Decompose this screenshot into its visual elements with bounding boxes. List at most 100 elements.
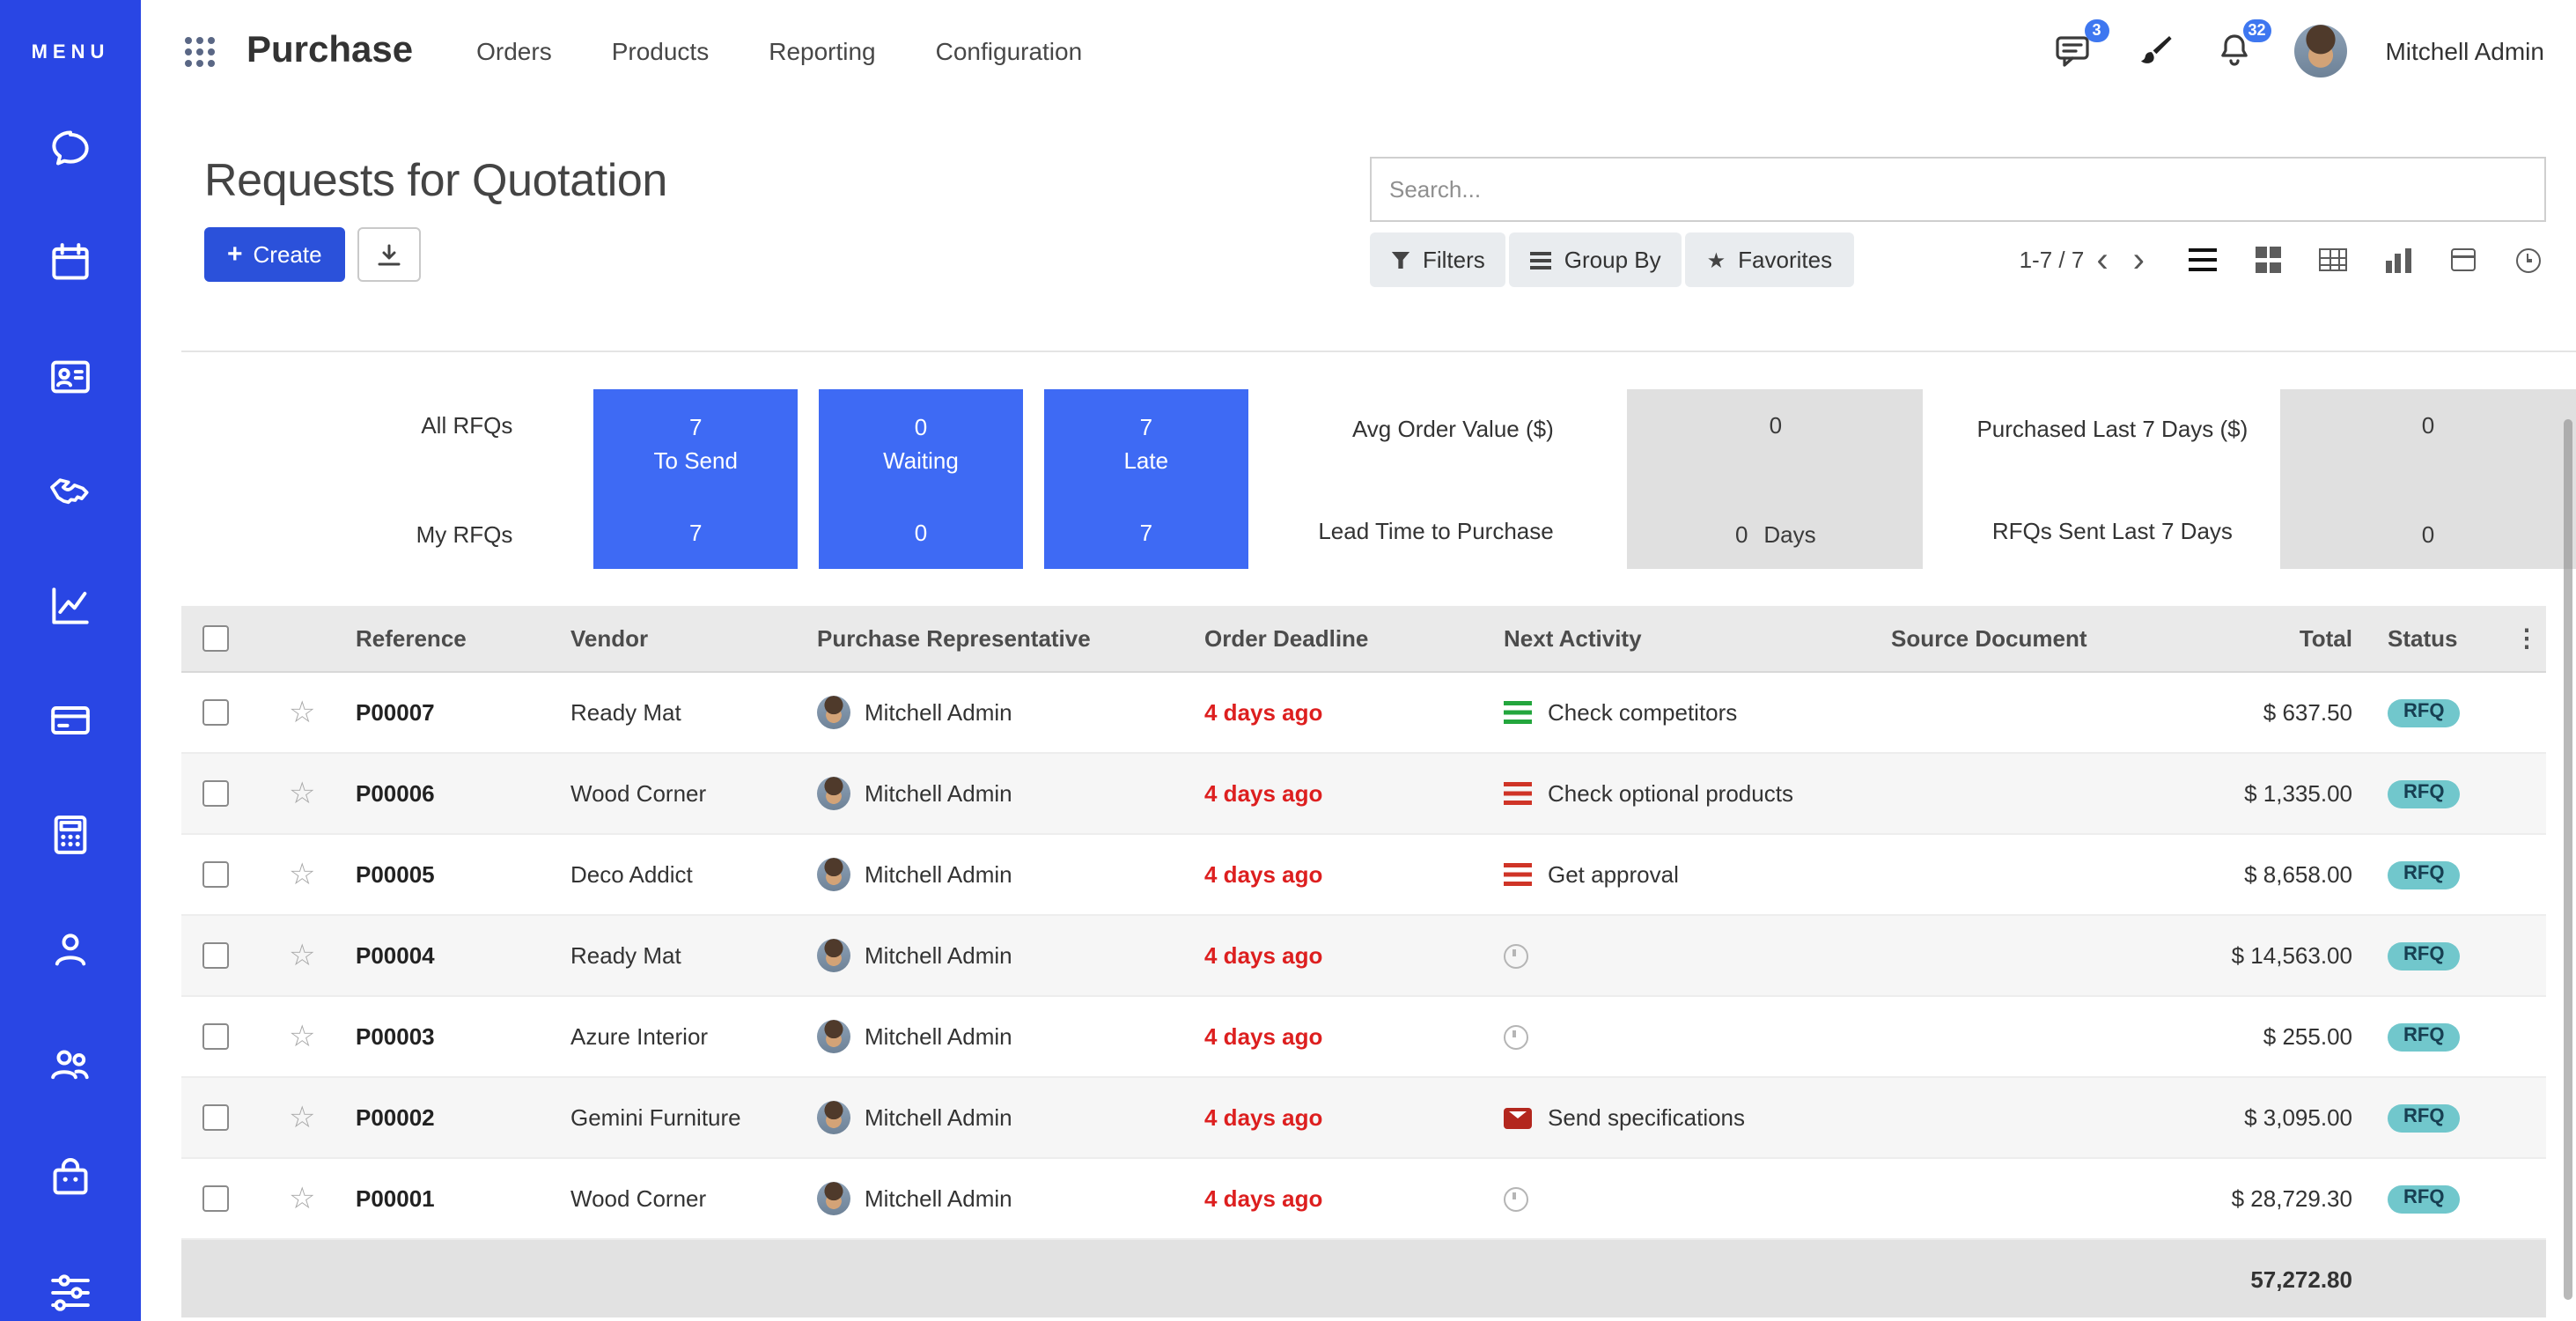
header-source-document[interactable]: Source Document [1880,606,2204,671]
header-order-deadline[interactable]: Order Deadline [1194,606,1493,671]
table-row[interactable]: P00003 Azure Interior Mitchell Admin 4 d… [181,997,2546,1078]
download-icon [377,242,401,267]
calendar-view-icon[interactable] [2446,242,2481,277]
table-row[interactable]: P00006 Wood Corner Mitchell Admin 4 days… [181,754,2546,835]
create-button[interactable]: Create [204,227,345,282]
activity-icon[interactable] [1504,782,1532,805]
favorites-button[interactable]: Favorites [1686,232,1853,287]
search-input[interactable] [1370,157,2546,222]
menu-toggle[interactable]: MENU [32,42,110,63]
pager-prev-button[interactable]: ‹ [2084,242,2120,277]
tile-waiting[interactable]: 0Waiting 0 [819,389,1023,569]
graph-view-icon[interactable] [2381,242,2416,277]
activity-view-icon[interactable] [2511,242,2546,277]
select-all-checkbox[interactable] [202,625,229,652]
cell-source-document [1880,997,2204,1076]
metrics-right-values[interactable]: 0 0 [2280,389,2576,569]
avg-order-value: 0 [1628,412,1924,439]
header-representative[interactable]: Purchase Representative [806,606,1194,671]
optional-columns-icon[interactable] [2514,624,2539,653]
table-row[interactable]: P00004 Ready Mat Mitchell Admin 4 days a… [181,916,2546,997]
activity-icon[interactable] [1504,1107,1532,1128]
nav-configuration[interactable]: Configuration [932,26,1086,75]
kanban-view-icon[interactable] [2250,242,2285,277]
users-icon[interactable] [46,1039,95,1089]
row-checkbox[interactable] [202,861,229,888]
activity-icon[interactable] [1504,863,1532,886]
credit-card-icon[interactable] [46,696,95,745]
sliders-icon[interactable] [46,1268,95,1317]
calendar-icon[interactable] [46,238,95,287]
favorite-star-icon[interactable] [289,941,316,970]
metric-avg-order-value-label[interactable]: Avg Order Value ($) [1282,412,1554,446]
tile-to-send[interactable]: 7To Send 7 [593,389,798,569]
favorite-star-icon[interactable] [289,1022,316,1052]
group-by-button[interactable]: Group By [1510,232,1682,287]
activity-icon[interactable] [1504,943,1528,968]
cell-source-document [1880,835,2204,914]
favorite-star-icon[interactable] [289,779,316,808]
table-row[interactable]: P00002 Gemini Furniture Mitchell Admin 4… [181,1078,2546,1159]
nav-orders[interactable]: Orders [473,26,556,75]
user-name[interactable]: Mitchell Admin [2385,36,2544,64]
metrics-left-values[interactable]: 0 0Days [1628,389,1924,569]
shopping-bag-icon[interactable] [46,1154,95,1203]
line-chart-icon[interactable] [46,581,95,631]
app-title[interactable]: Purchase [247,29,413,71]
chat-icon[interactable] [46,123,95,173]
header-reference[interactable]: Reference [345,606,560,671]
favorite-star-icon[interactable] [289,1103,316,1133]
activity-icon[interactable] [1504,1024,1528,1049]
table-row[interactable]: P00007 Ready Mat Mitchell Admin 4 days a… [181,673,2546,754]
metric-rfqs-sent-7days-label[interactable]: RFQs Sent Last 7 Days [1976,514,2248,548]
header-vendor[interactable]: Vendor [560,606,806,671]
messages-icon[interactable]: 3 [2050,29,2093,71]
filter-my-rfqs[interactable]: My RFQs [322,521,512,548]
cell-total: $ 3,095.00 [2204,1078,2363,1157]
cell-source-document [1880,673,2204,752]
apps-grid-icon[interactable] [183,34,215,66]
row-checkbox[interactable] [202,780,229,807]
pivot-view-icon[interactable] [2315,242,2351,277]
calculator-icon[interactable] [46,810,95,860]
handshake-icon[interactable] [46,467,95,516]
favorite-star-icon[interactable] [289,697,316,727]
vertical-scrollbar[interactable] [2564,419,2572,1300]
filters-button[interactable]: Filters [1370,232,1506,287]
row-checkbox[interactable] [202,1023,229,1050]
contacts-icon[interactable] [46,352,95,402]
tile-late[interactable]: 7Late 7 [1044,389,1248,569]
footer-cell [278,1240,345,1317]
notifications-bell-icon[interactable]: 32 [2212,29,2255,71]
page-title: Requests for Quotation [204,153,667,208]
header-next-activity[interactable]: Next Activity [1493,606,1880,671]
user-icon[interactable] [46,925,95,974]
list-view-icon[interactable] [2185,242,2220,277]
table-row[interactable]: P00001 Wood Corner Mitchell Admin 4 days… [181,1159,2546,1240]
activity-icon[interactable] [1504,1186,1528,1211]
row-select-cell [181,916,278,995]
favorite-star-icon[interactable] [289,1184,316,1214]
header-select-cell [181,606,278,671]
row-checkbox[interactable] [202,1185,229,1212]
favorite-star-icon[interactable] [289,860,316,889]
header-total[interactable]: Total [2204,606,2363,671]
user-avatar[interactable] [2293,24,2346,77]
pager-next-button[interactable]: › [2121,242,2157,277]
metric-lead-time-label[interactable]: Lead Time to Purchase [1282,514,1554,548]
metric-purchased-7days-label[interactable]: Purchased Last 7 Days ($) [1976,412,2248,446]
row-checkbox[interactable] [202,1104,229,1131]
cell-order-deadline: 4 days ago [1194,1078,1493,1157]
table-row[interactable]: P00005 Deco Addict Mitchell Admin 4 days… [181,835,2546,916]
nav-reporting[interactable]: Reporting [765,26,879,75]
row-star-cell [278,1078,345,1157]
row-checkbox[interactable] [202,942,229,969]
export-button[interactable] [357,227,421,282]
cell-next-activity: Check optional products [1493,754,1880,833]
row-checkbox[interactable] [202,699,229,726]
filter-all-rfqs[interactable]: All RFQs [322,412,512,439]
header-status[interactable]: Status [2363,606,2500,671]
nav-products[interactable]: Products [608,26,713,75]
theme-brush-icon[interactable] [2131,29,2174,71]
activity-icon[interactable] [1504,701,1532,724]
